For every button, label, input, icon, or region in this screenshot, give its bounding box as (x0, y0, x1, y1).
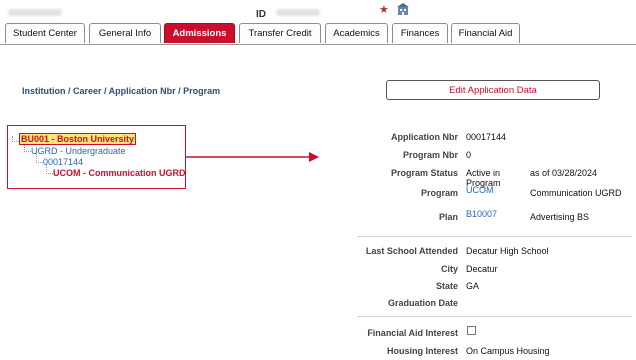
application-nbr-label: Application Nbr (391, 132, 458, 142)
top-bar: ID ★ (0, 0, 636, 24)
application-tree: BU001 - Boston University UGRD - Undergr… (7, 125, 186, 189)
last-school-value: Decatur High School (466, 246, 549, 256)
tree-node-program[interactable]: UCOM - Communication UGRD (53, 168, 186, 178)
tab-transfer-credit[interactable]: Transfer Credit (239, 23, 321, 43)
program-status-label: Program Status (390, 168, 458, 178)
city-label: City (440, 264, 458, 274)
program-status-value: Active in (466, 168, 501, 178)
program-nbr-value: 0 (466, 150, 472, 160)
tab-student-center[interactable]: Student Center (5, 23, 85, 43)
program-status-as-of: as of 03/28/2024 (530, 168, 598, 178)
tree-node-institution[interactable]: BU001 - Boston University (19, 133, 137, 145)
tab-admissions[interactable]: Admissions (164, 23, 235, 43)
city-value: Decatur (466, 264, 498, 274)
favorite-star-icon[interactable]: ★ (379, 3, 389, 16)
callout-arrow (185, 152, 319, 162)
tab-bar: Student Center General Info Admissions T… (5, 23, 633, 45)
section-divider (357, 236, 632, 237)
program-label: Program (420, 188, 458, 198)
plan-label: Plan (438, 212, 458, 222)
tree-node-career[interactable]: UGRD - Undergraduate (31, 146, 126, 156)
tab-financial-aid[interactable]: Financial Aid (451, 23, 520, 43)
edit-application-data-button[interactable]: Edit Application Data (386, 80, 600, 100)
student-name-redacted (8, 9, 62, 16)
last-school-label: Last School Attended (365, 246, 458, 256)
student-id-redacted (276, 9, 320, 16)
tab-finances[interactable]: Finances (392, 23, 448, 43)
graduation-date-label: Graduation Date (387, 298, 458, 308)
tab-academics[interactable]: Academics (325, 23, 388, 43)
tab-divider (0, 44, 636, 45)
id-label: ID (256, 9, 266, 20)
program-code-link[interactable]: UCOM (466, 185, 494, 195)
plan-code-link[interactable]: B10007 (466, 209, 497, 219)
program-nbr-label: Program Nbr (402, 150, 458, 160)
plan-description: Advertising BS (530, 212, 590, 222)
section-divider (357, 316, 632, 317)
financial-aid-interest-checkbox[interactable] (467, 326, 476, 335)
tree-node-application[interactable]: 00017144 (43, 157, 83, 167)
financial-aid-interest-label: Financial Aid Interest (367, 328, 458, 338)
housing-interest-value: On Campus Housing (466, 346, 550, 356)
state-value: GA (466, 281, 480, 291)
tab-general-info[interactable]: General Info (89, 23, 161, 43)
housing-interest-label: Housing Interest (386, 346, 458, 356)
state-label: State (435, 281, 458, 291)
program-description: Communication UGRD (530, 188, 622, 198)
building-icon[interactable] (396, 3, 410, 15)
breadcrumb: Institution / Career / Application Nbr /… (22, 86, 221, 96)
application-nbr-value: 00017144 (466, 132, 507, 142)
tree-connector (12, 136, 19, 142)
